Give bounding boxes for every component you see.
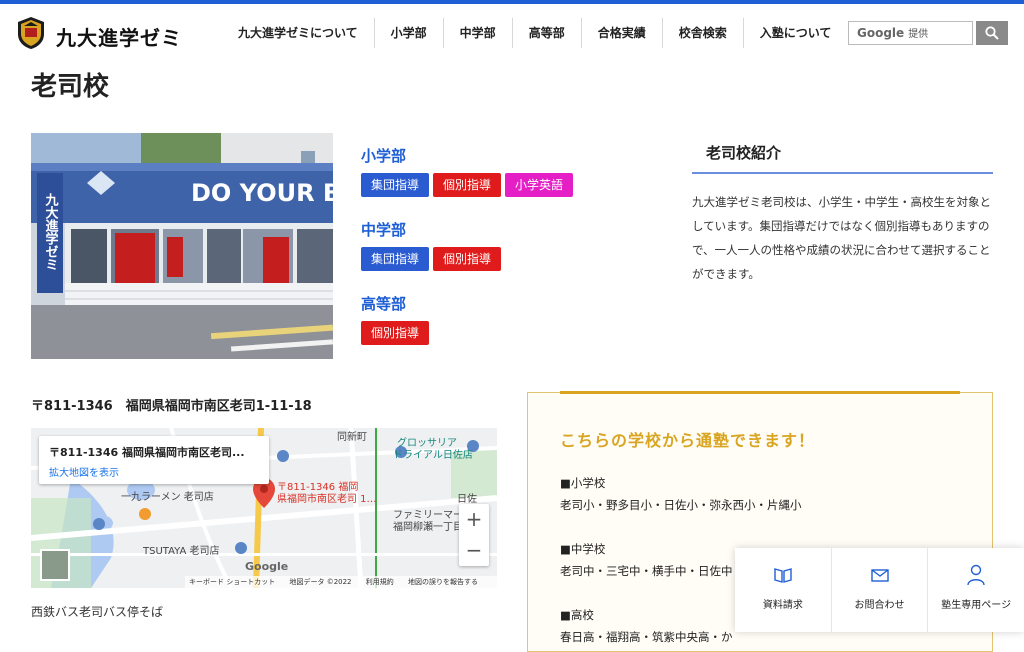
schools-box-accent <box>560 391 960 394</box>
request-brochure-button[interactable]: 資料請求 <box>735 548 831 632</box>
school-photo: DO YOUR BE 九大進学ゼミ <box>31 133 333 359</box>
high-schools-label: ■高校 <box>560 608 594 622</box>
map-pin-label-line2: 県福岡市南区老司 1… <box>277 494 377 505</box>
nav-school-search[interactable]: 校舎検索 <box>661 18 743 48</box>
storefront-illustration: DO YOUR BE 九大進学ゼミ <box>31 133 333 359</box>
high-schools-list: 春日高・福翔高・筑紫中央高・か <box>560 630 733 644</box>
search-button[interactable] <box>976 21 1008 45</box>
site-name[interactable]: 九大進学ゼミ <box>56 22 182 51</box>
dept-high-school-tags: 個別指導 <box>361 321 661 345</box>
intro-title: 老司校紹介 <box>692 142 993 174</box>
book-icon <box>772 564 794 586</box>
map-place-osa[interactable]: 日佐 <box>457 490 477 505</box>
map-footer: キーボード ショートカット 地図データ ©2022 利用規約 地図の誤りを報告す… <box>185 576 497 588</box>
map-zoom-controls: + − <box>459 504 489 566</box>
map-place-yanase[interactable]: 福岡柳瀬一丁目 <box>393 518 463 533</box>
intro-text: 九大進学ゼミ老司校は、小学生・中学生・高校生を対象としています。集団指導だけでは… <box>692 195 991 281</box>
user-icon <box>965 564 987 586</box>
contact-button[interactable]: お問合わせ <box>830 548 928 632</box>
dept-high-school-heading: 高等部 <box>361 295 407 313</box>
dept-junior-high-heading: 中学部 <box>361 221 407 239</box>
junior-high-schools-label: ■中学校 <box>560 542 606 556</box>
google-map[interactable]: 一九ラーメン 老司店 TSUTAYA 老司店 グロッサリア ドライアル日佐店 フ… <box>31 428 497 588</box>
contact-label: お問合わせ <box>854 600 905 611</box>
dept-elementary-tags: 集団指導 個別指導 小学英語 <box>361 173 661 197</box>
junior-high-schools-list: 老司中・三宅中・横手中・日佐中 <box>560 564 733 578</box>
school-emblem-icon[interactable] <box>16 16 46 50</box>
google-brand: Google <box>857 26 905 40</box>
search-icon <box>985 26 999 40</box>
zoom-out-button[interactable]: − <box>459 535 489 566</box>
tag-individual-lesson[interactable]: 個別指導 <box>361 321 430 345</box>
map-place-drive-in[interactable]: ドライアル日佐店 <box>393 446 473 461</box>
student-page-button[interactable]: 塾生専用ページ <box>927 548 1024 632</box>
google-logo: Google <box>245 560 289 573</box>
schools-title: こちらの学校から通塾できます！ <box>560 431 816 450</box>
quick-action-bar: 資料請求 お問合わせ 塾生専用ページ <box>735 548 1024 632</box>
nav-high-school[interactable]: 高等部 <box>511 18 581 48</box>
tag-group-lesson[interactable]: 集団指導 <box>361 247 430 271</box>
zoom-in-button[interactable]: + <box>459 504 489 535</box>
nav-enrollment[interactable]: 入塾について <box>742 18 848 48</box>
elementary-schools-label: ■小学校 <box>560 476 606 490</box>
elementary-schools-list: 老司小・野多目小・日佐小・弥永西小・片縄小 <box>560 498 802 512</box>
map-info-card: 〒811-1346 福岡県福岡市南区老司... 拡大地図を表示 <box>39 436 269 484</box>
tag-individual-lesson[interactable]: 個別指導 <box>433 247 502 271</box>
map-place-ramen[interactable]: 一九ラーメン 老司店 <box>121 488 214 503</box>
map-place-dobashimachi[interactable]: 同新町 <box>337 428 367 443</box>
nav-junior-high[interactable]: 中学部 <box>442 18 512 48</box>
map-data-credit: 地図データ ©2022 <box>289 578 352 586</box>
search-placeholder: 提供 <box>908 29 929 40</box>
site-header: 九大進学ゼミ 九大進学ゼミについて 小学部 中学部 高等部 合格実績 校舎検索 … <box>0 4 1024 62</box>
page-title: 老司校 <box>31 72 110 102</box>
map-report-link[interactable]: 地図の誤りを報告する <box>408 578 478 586</box>
bus-stop-note: 西鉄バス老司バス停そば <box>31 605 164 619</box>
vertical-sign-text: 九大進学ゼミ <box>43 193 60 271</box>
student-page-label: 塾生専用ページ <box>941 600 1012 611</box>
nav-elementary[interactable]: 小学部 <box>373 18 443 48</box>
map-keyboard-shortcuts[interactable]: キーボード ショートカット <box>189 578 275 586</box>
dept-elementary-heading: 小学部 <box>361 147 407 165</box>
map-place-tsutaya[interactable]: TSUTAYA 老司店 <box>143 542 220 557</box>
map-pin-label[interactable]: 〒811-1346 福岡 県福岡市南区老司 1… <box>277 482 377 506</box>
mail-icon <box>869 564 891 586</box>
tag-elementary-english[interactable]: 小学英語 <box>505 173 574 197</box>
main-nav: 九大進学ゼミについて 小学部 中学部 高等部 合格実績 校舎検索 入塾について <box>222 18 847 48</box>
department-list: 小学部 集団指導 個別指導 小学英語 中学部 集団指導 個別指導 高等部 個別指… <box>361 145 661 367</box>
map-terms-link[interactable]: 利用規約 <box>366 578 394 586</box>
request-brochure-label: 資料請求 <box>762 600 803 611</box>
site-search: Google 提供 <box>848 21 1008 45</box>
nav-results[interactable]: 合格実績 <box>580 18 662 48</box>
tag-group-lesson[interactable]: 集団指導 <box>361 173 430 197</box>
nav-about[interactable]: 九大進学ゼミについて <box>222 18 374 48</box>
search-input[interactable]: Google 提供 <box>848 21 973 45</box>
map-card-title: 〒811-1346 福岡県福岡市南区老司... <box>49 446 245 459</box>
dept-junior-high-tags: 集団指導 個別指導 <box>361 247 661 271</box>
storefront-sign-text: DO YOUR BE <box>191 179 333 207</box>
school-address: 〒811-1346 福岡県福岡市南区老司1-11-18 <box>31 399 312 414</box>
map-pin-label-line1: 〒811-1346 福岡 <box>277 482 359 493</box>
view-larger-map-link[interactable]: 拡大地図を表示 <box>49 464 259 479</box>
tag-individual-lesson[interactable]: 個別指導 <box>433 173 502 197</box>
